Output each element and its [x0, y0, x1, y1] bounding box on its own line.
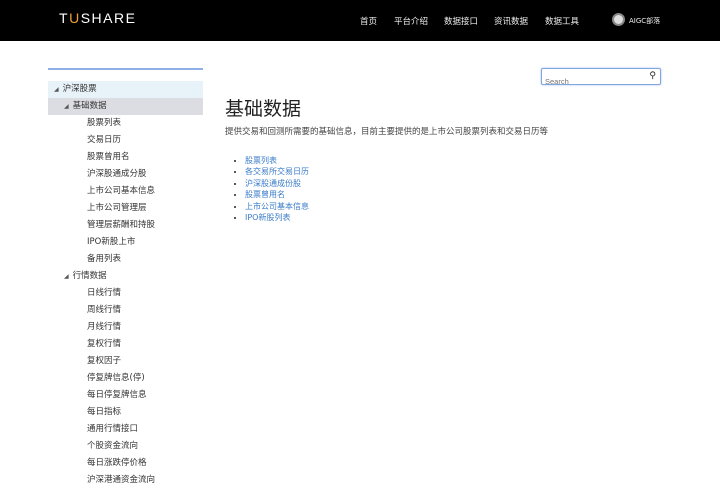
tree-group[interactable]: ◢ 沪深股票: [48, 81, 203, 98]
tree-item[interactable]: 沪深港通资金流向: [48, 472, 203, 489]
tree-item[interactable]: 沪深股通成分股: [48, 166, 203, 183]
tree-item[interactable]: 复权因子: [48, 353, 203, 370]
tree-item[interactable]: 管理层薪酬和持股: [48, 217, 203, 234]
doc-link[interactable]: 股票曾用名: [245, 190, 285, 199]
tree-section[interactable]: ◢ 行情数据: [48, 268, 203, 285]
nav-tools[interactable]: 数据工具: [545, 15, 579, 27]
doc-link[interactable]: IPO新股列表: [245, 213, 290, 222]
page-description: 提供交易和回测所需要的基础信息，目前主要提供的是上市公司股票列表和交易日历等: [225, 127, 549, 137]
list-item: IPO新股列表: [245, 212, 309, 223]
tree-item[interactable]: 股票曾用名: [48, 149, 203, 166]
expanded-triangle-icon: ◢: [54, 86, 59, 93]
link-list: 股票列表各交易所交易日历沪深股通成份股股票曾用名上市公司基本信息 IPO新股列表: [245, 155, 309, 223]
tree-item[interactable]: 通用行情接口: [48, 421, 203, 438]
tree-item[interactable]: IPO新股上市: [48, 234, 203, 251]
logo[interactable]: TUSHARE: [59, 10, 136, 26]
doc-link[interactable]: 各交易所交易日历: [245, 167, 309, 176]
top-header: TUSHARE 首页 平台介绍 数据接口 资讯数据 数据工具 AIGC部落: [0, 0, 720, 41]
tree-label: 沪深股票: [62, 84, 97, 94]
logo-text: T: [59, 10, 70, 26]
tree-item[interactable]: 周线行情: [48, 302, 203, 319]
tree-section[interactable]: ◢ 基础数据: [48, 98, 203, 115]
expanded-triangle-icon: ◢: [64, 273, 69, 280]
search-input[interactable]: [542, 74, 642, 89]
expanded-triangle-icon: ◢: [64, 103, 69, 110]
tree-item[interactable]: 备用列表: [48, 251, 203, 268]
page-title: 基础数据: [225, 98, 302, 120]
tree-item[interactable]: 交易日历: [48, 132, 203, 149]
tree-item[interactable]: 上市公司基本信息: [48, 183, 203, 200]
nav-news-data[interactable]: 资讯数据: [494, 15, 528, 27]
tree-item[interactable]: 每日停复牌信息: [48, 387, 203, 404]
list-item: 股票列表: [245, 155, 309, 166]
avatar[interactable]: [612, 13, 625, 26]
list-item: 沪深股通成份股: [245, 178, 309, 189]
tree-item[interactable]: 股票列表: [48, 115, 203, 132]
list-item: 股票曾用名: [245, 189, 309, 200]
tree-item[interactable]: 每日涨跌停价格: [48, 455, 203, 472]
list-item: 各交易所交易日历: [245, 166, 309, 177]
logo-accent: U: [69, 10, 81, 26]
doc-link[interactable]: 上市公司基本信息: [245, 202, 309, 211]
logo-text: SHARE: [80, 10, 137, 26]
tree-item[interactable]: 复权行情: [48, 336, 203, 353]
doc-link[interactable]: 沪深股通成份股: [245, 179, 301, 188]
search-icon[interactable]: ⚲: [649, 71, 656, 81]
doc-link[interactable]: 股票列表: [245, 156, 277, 165]
tree-item[interactable]: 日线行情: [48, 285, 203, 302]
nav-home[interactable]: 首页: [360, 15, 377, 27]
search-box[interactable]: ⚲: [541, 68, 661, 89]
tree-item[interactable]: 个股资金流向: [48, 438, 203, 455]
nav-api[interactable]: 数据接口: [444, 15, 478, 27]
tree-item[interactable]: 月线行情: [48, 319, 203, 336]
tree-item[interactable]: 上市公司管理层: [48, 200, 203, 217]
tree-item[interactable]: 每日指标: [48, 404, 203, 421]
nav-platform[interactable]: 平台介绍: [394, 15, 428, 27]
username[interactable]: AIGC部落: [629, 16, 660, 26]
tree-label: 行情数据: [72, 271, 107, 281]
tree-label: 基础数据: [72, 101, 107, 111]
list-item: 上市公司基本信息: [245, 201, 309, 212]
sidebar-tree: ◢ 沪深股票 ◢ 基础数据 股票列表 交易日历 股票曾用名 沪深股通成分股 上市公司基本信息…: [48, 68, 203, 489]
tree-item[interactable]: 停复牌信息(停): [48, 370, 203, 387]
